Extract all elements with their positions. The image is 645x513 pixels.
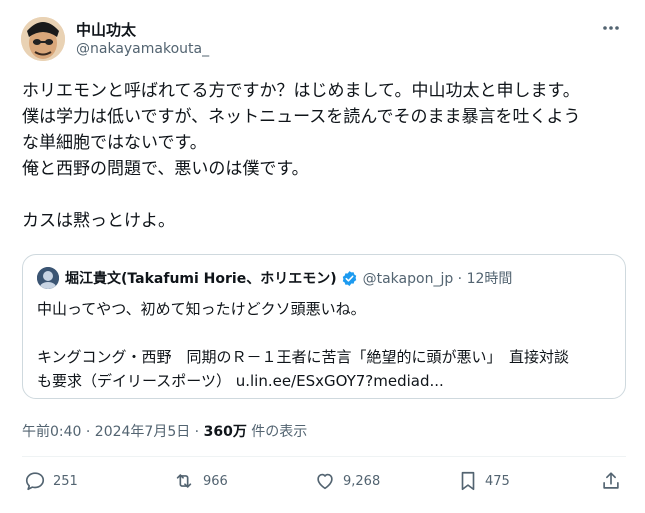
reply-count: 251	[53, 473, 78, 489]
author-handle[interactable]: @nakayamakouta_	[76, 41, 209, 57]
bookmark-button[interactable]: 475	[458, 470, 510, 492]
like-button[interactable]: 9,268	[314, 470, 380, 492]
quoted-tweet-header: 堀江貴文(Takafumi Horie、ホリエモン) @takapon_jp ·…	[37, 267, 512, 289]
divider	[22, 456, 626, 457]
quoted-tweet-card[interactable]: 堀江貴文(Takafumi Horie、ホリエモン) @takapon_jp ·…	[22, 254, 626, 399]
view-count-label: 件の表示	[246, 424, 308, 440]
like-count: 9,268	[343, 473, 381, 489]
more-options-button[interactable]	[599, 18, 623, 38]
tweet-text: ホリエモンと呼ばれてる方ですか？はじめまして。中山功太と申します。 僕は学力は低…	[22, 81, 581, 231]
verified-badge-icon	[341, 270, 358, 287]
repost-button[interactable]: 966	[172, 470, 228, 492]
share-icon	[603, 472, 619, 489]
quoted-avatar	[37, 267, 59, 289]
reply-button[interactable]: 251	[24, 470, 78, 492]
more-icon	[603, 26, 619, 30]
author-name[interactable]: 中山功太	[76, 19, 136, 40]
tweet-timestamp[interactable]: 午前0:40 · 2024年7月5日 ·	[22, 424, 204, 440]
reply-icon	[25, 472, 45, 491]
repost-count: 966	[203, 473, 228, 489]
view-count: 360万	[203, 424, 247, 440]
avatar[interactable]	[21, 17, 65, 61]
heart-icon	[317, 473, 333, 490]
action-bar: 251 966 9,268 475	[22, 470, 626, 500]
quoted-author-name: 堀江貴文(Takafumi Horie、ホリエモン)	[65, 271, 337, 287]
bookmark-icon	[461, 471, 475, 491]
tweet-meta: 午前0:40 · 2024年7月5日 · 360万 件の表示	[22, 421, 307, 441]
repost-icon	[176, 474, 192, 488]
share-button[interactable]	[600, 470, 629, 492]
quoted-handle-time: @takapon_jp · 12時間	[362, 271, 513, 287]
bookmark-count: 475	[485, 473, 510, 489]
quoted-tweet-text: 中山ってやつ、初めて知ったけどクソ頭悪いね。 キングコング・西野 同期のＲ－１王…	[37, 300, 570, 390]
